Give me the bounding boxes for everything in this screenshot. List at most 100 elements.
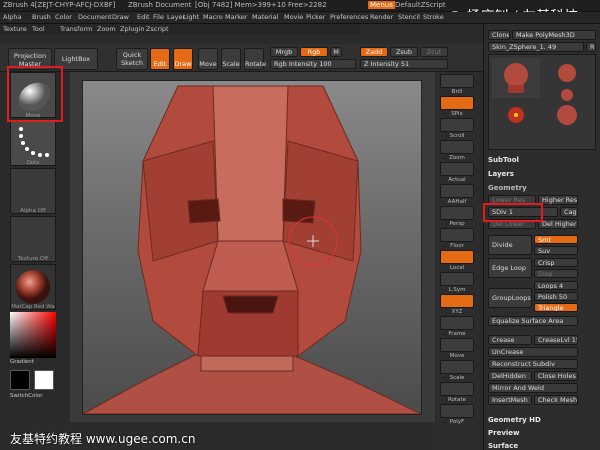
equalize-surface-button[interactable]: Equalize Surface Area bbox=[488, 316, 578, 326]
zsub-button[interactable]: Zsub bbox=[390, 47, 418, 57]
grouploops-button[interactable]: GroupLoops bbox=[488, 288, 532, 308]
surface-section[interactable]: Surface bbox=[488, 442, 518, 450]
subtool-section[interactable]: SubTool bbox=[488, 156, 519, 164]
menu-brush[interactable]: Brush bbox=[32, 13, 51, 21]
secondary-color-swatch[interactable] bbox=[34, 370, 54, 390]
menu-texture[interactable]: Texture bbox=[3, 25, 27, 33]
scale-button[interactable] bbox=[440, 360, 474, 374]
switchcolor-label[interactable]: SwitchColor bbox=[10, 393, 56, 399]
sdiv-highlight-box bbox=[483, 203, 543, 222]
menu-transform[interactable]: Transform bbox=[60, 25, 92, 33]
scale-button[interactable]: Scale bbox=[221, 48, 241, 70]
local-label: Local bbox=[449, 265, 465, 271]
divide-button[interactable]: Divide bbox=[488, 235, 532, 255]
menu-render[interactable]: Render bbox=[370, 13, 393, 21]
menu-material[interactable]: Material bbox=[252, 13, 278, 21]
menu-stroke[interactable]: Stroke bbox=[423, 13, 444, 21]
make-polymesh-button[interactable]: Make PolyMesh3D bbox=[512, 30, 596, 40]
insertmesh-button[interactable]: InsertMesh bbox=[488, 395, 532, 405]
mrgb-button[interactable]: Mrgb bbox=[270, 47, 298, 57]
menu-marker[interactable]: Marker bbox=[225, 13, 247, 21]
geometry-section[interactable]: Geometry bbox=[488, 184, 527, 192]
menu-document[interactable]: Document bbox=[78, 13, 112, 21]
menu-zoom[interactable]: Zoom bbox=[97, 25, 116, 33]
layers-section[interactable]: Layers bbox=[488, 170, 514, 178]
spix-button[interactable] bbox=[440, 96, 474, 110]
menu-stencil[interactable]: Stencil bbox=[398, 13, 420, 21]
uncrease-button[interactable]: UnCrease bbox=[488, 347, 578, 357]
persp-button[interactable] bbox=[440, 206, 474, 220]
zadd-button[interactable]: Zadd bbox=[360, 47, 388, 57]
menu-picker[interactable]: Picker bbox=[306, 13, 325, 21]
rgb-intensity-slider[interactable]: Rgb Intensity 100 bbox=[270, 59, 356, 69]
clone-button[interactable]: Clone bbox=[488, 30, 510, 40]
frame-button[interactable] bbox=[440, 316, 474, 330]
brill-button[interactable] bbox=[440, 74, 474, 88]
move-button[interactable]: Move bbox=[198, 48, 218, 70]
preview-section[interactable]: Preview bbox=[488, 429, 520, 437]
smt-toggle[interactable]: Smt bbox=[534, 235, 578, 244]
menu-file[interactable]: File bbox=[153, 13, 164, 21]
zcut-button[interactable]: Zcut bbox=[420, 47, 448, 57]
cage-button[interactable]: Cage bbox=[560, 207, 578, 217]
document-viewport[interactable] bbox=[82, 80, 422, 415]
menu-edit[interactable]: Edit bbox=[137, 13, 150, 21]
loops-slider[interactable]: Loops 4 bbox=[534, 281, 578, 290]
primary-color-swatch[interactable] bbox=[10, 370, 30, 390]
check-mesh-button[interactable]: Check Mesh bbox=[534, 395, 578, 405]
lsym-button[interactable] bbox=[440, 272, 474, 286]
edit-button[interactable]: Edit bbox=[150, 48, 170, 70]
m-button[interactable]: M bbox=[330, 47, 342, 57]
edge-loop-button[interactable]: Edge Loop bbox=[488, 258, 532, 278]
rotate-button[interactable]: Rotate bbox=[244, 48, 266, 70]
triangle-toggle[interactable]: Triangle bbox=[534, 303, 578, 312]
menu-color[interactable]: Color bbox=[55, 13, 72, 21]
default-zscript[interactable]: DefaultZScript bbox=[395, 1, 446, 9]
reconstruct-subdiv-button[interactable]: Reconstruct Subdiv bbox=[488, 359, 578, 369]
higher-res-button[interactable]: Higher Res bbox=[538, 195, 578, 205]
tool-name-slider[interactable]: Skin_ZSphere_1. 49 bbox=[488, 42, 584, 52]
geometry-hd-section[interactable]: Geometry HD bbox=[488, 416, 541, 424]
close-holes-button[interactable]: Close Holes bbox=[534, 371, 578, 381]
r-button[interactable]: R bbox=[586, 42, 596, 52]
menu-zplugin[interactable]: Zplugin bbox=[120, 25, 145, 33]
xyz-button[interactable] bbox=[440, 294, 474, 308]
watermark-bottom: 友基特约教程 www.ugee.com.cn bbox=[10, 432, 196, 446]
menu-movie[interactable]: Movie bbox=[284, 13, 303, 21]
menu-draw[interactable]: Draw bbox=[112, 13, 129, 21]
menus-toggle[interactable]: Menus bbox=[368, 1, 395, 9]
move-button[interactable] bbox=[440, 338, 474, 352]
mirror-weld-button[interactable]: Mirror And Weld bbox=[488, 383, 578, 393]
del-higher-button[interactable]: Del Higher bbox=[538, 219, 578, 229]
creaselvl-slider[interactable]: CreaseLvl 15 bbox=[534, 335, 578, 345]
crease-button[interactable]: Crease bbox=[488, 335, 532, 345]
menu-zscript[interactable]: Zscript bbox=[146, 25, 169, 33]
color-picker[interactable] bbox=[10, 312, 56, 358]
menu-preferences[interactable]: Preferences bbox=[330, 13, 368, 21]
tool-thumbnails bbox=[488, 54, 596, 150]
disp-toggle[interactable]: Disp bbox=[534, 269, 578, 278]
crisp-toggle[interactable]: Crisp bbox=[534, 258, 578, 267]
suv-toggle[interactable]: Suv bbox=[534, 246, 578, 255]
polyf-label: PolyF bbox=[449, 419, 465, 425]
zoom-button[interactable] bbox=[440, 140, 474, 154]
menu-alpha[interactable]: Alpha bbox=[3, 13, 21, 21]
delhidden-button[interactable]: DelHidden bbox=[488, 371, 532, 381]
aahalf-button[interactable] bbox=[440, 184, 474, 198]
quick-sketch-button[interactable]: Quick Sketch bbox=[116, 48, 148, 70]
rgb-button[interactable]: Rgb bbox=[300, 47, 328, 57]
dots-stroke-icon bbox=[19, 127, 49, 157]
menu-tool[interactable]: Tool bbox=[32, 25, 45, 33]
move-label: Move bbox=[449, 353, 465, 359]
rotate-button[interactable] bbox=[440, 382, 474, 396]
local-button[interactable] bbox=[440, 250, 474, 264]
z-intensity-slider[interactable]: Z Intensity 51 bbox=[360, 59, 448, 69]
scroll-button[interactable] bbox=[440, 118, 474, 132]
polish-slider[interactable]: Polish 50 bbox=[534, 292, 578, 301]
menu-light[interactable]: Light bbox=[183, 13, 199, 21]
polyf-button[interactable] bbox=[440, 404, 474, 418]
draw-button[interactable]: Draw bbox=[173, 48, 193, 70]
floor-button[interactable] bbox=[440, 228, 474, 242]
actual-button[interactable] bbox=[440, 162, 474, 176]
menu-macro[interactable]: Macro bbox=[203, 13, 223, 21]
